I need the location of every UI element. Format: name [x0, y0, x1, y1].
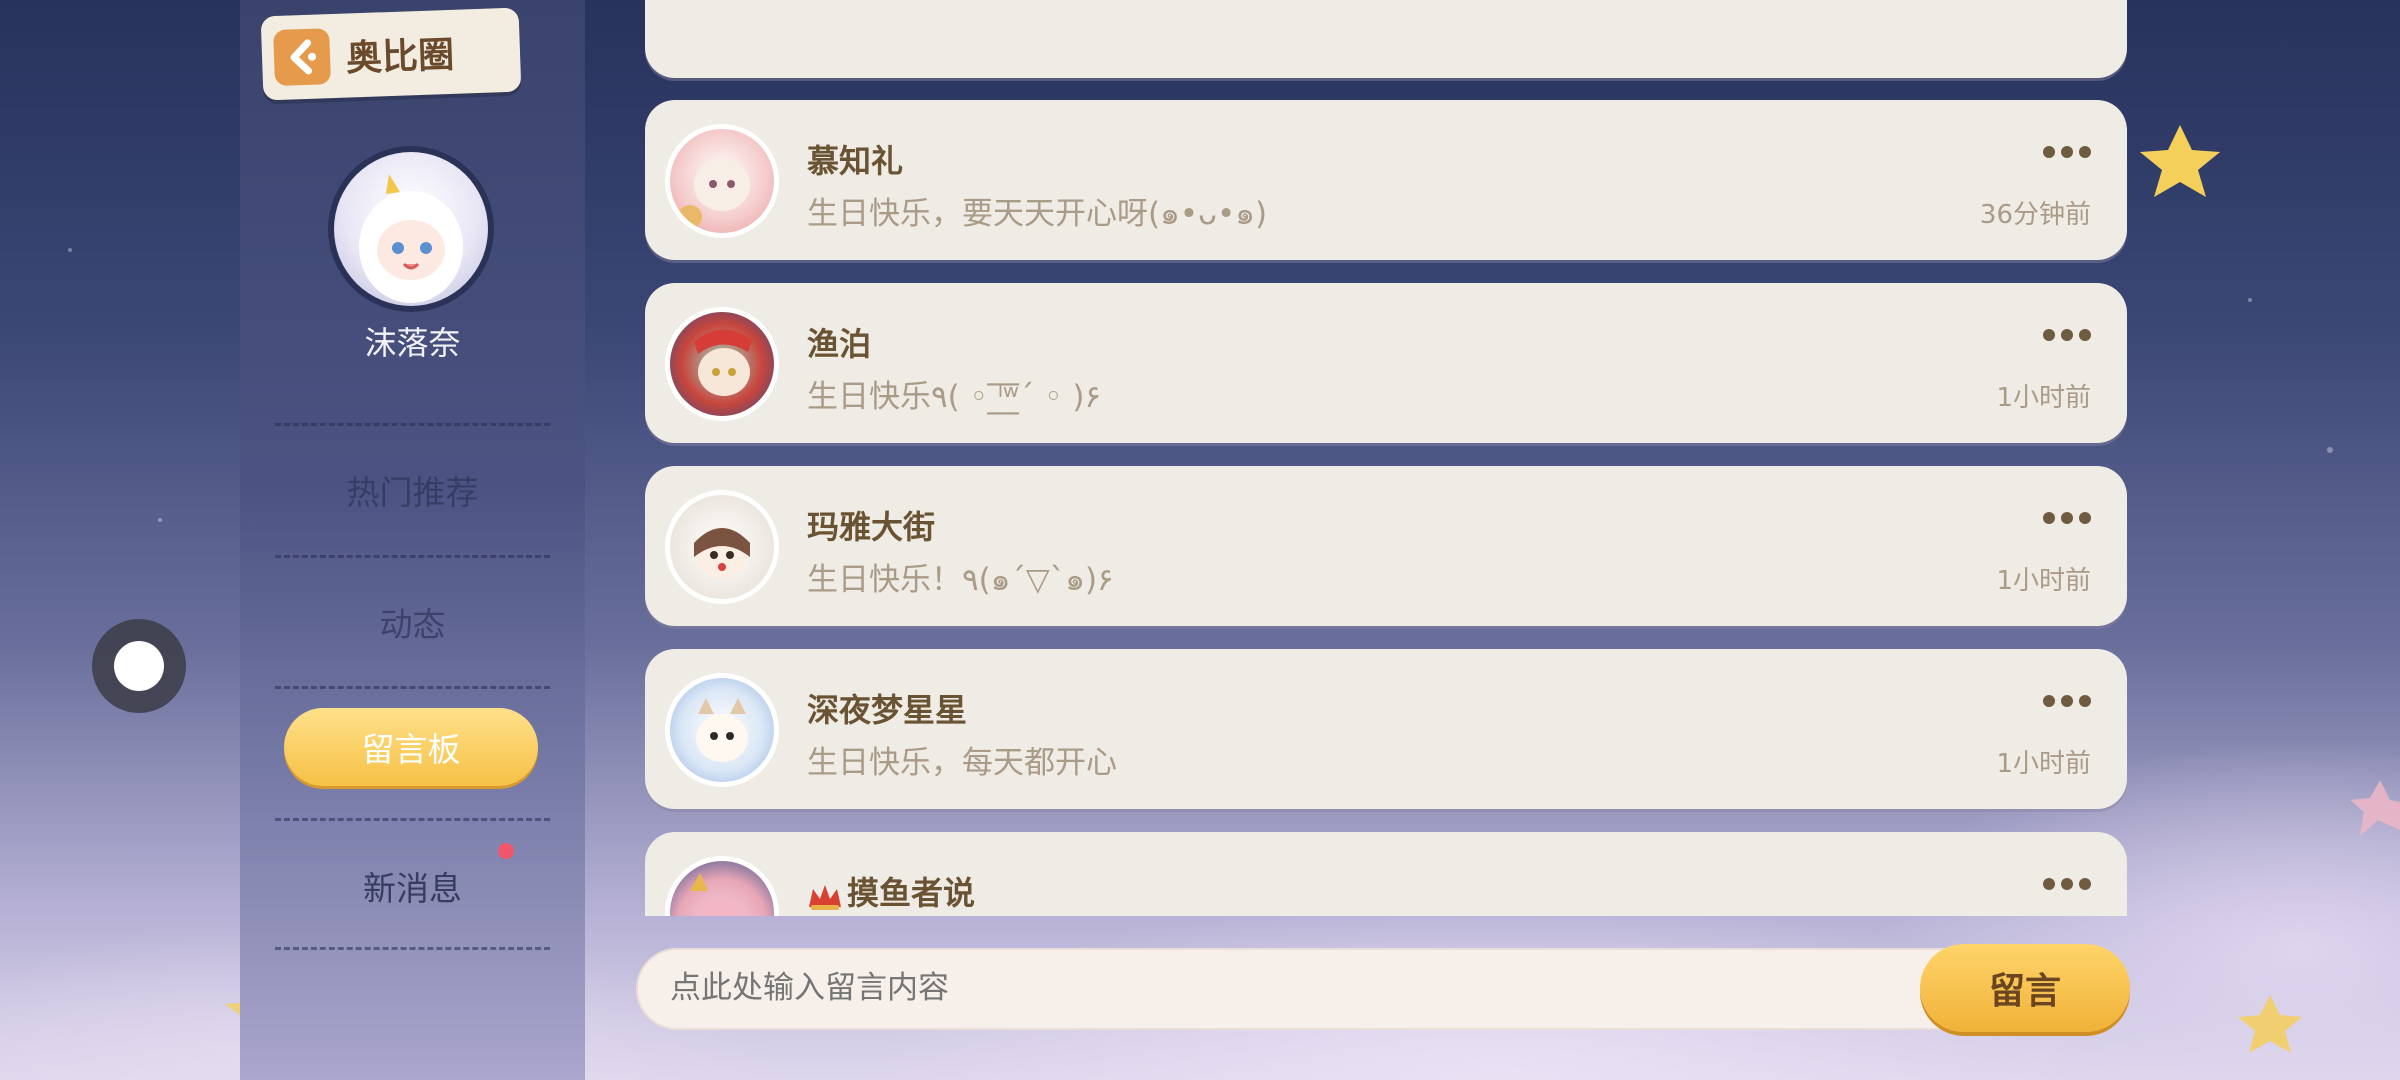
sidebar-item-new-messages[interactable]: 新消息: [240, 862, 585, 910]
sidebar-item-feed[interactable]: 动态: [240, 598, 585, 646]
message-author: 摸鱼者说: [807, 868, 975, 914]
sidebar-item-hot[interactable]: 热门推荐: [240, 466, 585, 514]
message-time: 1小时前: [1996, 566, 2091, 596]
list-item[interactable]: 玛雅大街 生日快乐！٩(๑ˊ▽ˋ๑)۶ 1小时前: [645, 466, 2127, 626]
message-author: 渔泊: [807, 325, 872, 363]
back-label: 奥比圈: [345, 34, 455, 80]
more-options-icon[interactable]: [2043, 146, 2091, 158]
message-text: 生日快乐，每天都开心: [807, 745, 1117, 781]
avatar[interactable]: [665, 124, 779, 238]
more-options-icon[interactable]: [2043, 878, 2091, 890]
profile-username: 沫落奈: [364, 324, 461, 362]
crown-badge-icon: [807, 881, 843, 910]
message-text: 生日快乐٩( ◦ ˡ̲̅ʷ̲̅ˊ ◦ )۶: [807, 379, 1102, 415]
sidebar-divider: [275, 818, 550, 821]
message-text: 生日快乐！٩(๑ˊ▽ˋ๑)۶: [807, 562, 1114, 598]
avatar[interactable]: [665, 856, 779, 916]
avatar[interactable]: [665, 673, 779, 787]
more-options-icon[interactable]: [2043, 512, 2091, 524]
message-time: 36分钟前: [1979, 200, 2091, 230]
profile-avatar[interactable]: [328, 146, 494, 312]
sidebar-divider: [275, 686, 550, 689]
list-item[interactable]: 深夜梦星星 生日快乐，每天都开心 1小时前: [645, 649, 2127, 809]
sidebar-divider: [275, 423, 550, 426]
star-icon: [2140, 125, 2220, 197]
message-input[interactable]: [670, 970, 1870, 1006]
message-author-name: 摸鱼者说: [847, 874, 976, 912]
send-message-button[interactable]: 留言: [1920, 944, 2130, 1032]
message-author: 深夜梦星星: [807, 691, 968, 729]
message-text: 生日快乐，要天天开心呀(๑•ᴗ•๑): [807, 196, 1268, 232]
message-time: 1小时前: [1996, 749, 2091, 779]
floating-assistive-button[interactable]: [92, 619, 186, 713]
list-item[interactable]: 摸鱼者说: [645, 832, 2127, 916]
avatar[interactable]: [665, 490, 779, 604]
list-item[interactable]: 慕知礼 生日快乐，要天天开心呀(๑•ᴗ•๑) 36分钟前: [645, 100, 2127, 260]
message-time: 1小时前: [1996, 383, 2091, 413]
message-author: 玛雅大街: [807, 508, 936, 546]
list-item[interactable]: [645, 0, 2127, 78]
back-arrow-icon: [273, 28, 332, 87]
message-list[interactable]: 慕知礼 生日快乐，要天天开心呀(๑•ᴗ•๑) 36分钟前 渔泊 生日快乐٩( ◦…: [640, 0, 2140, 916]
sidebar-divider: [275, 555, 550, 558]
list-item[interactable]: 渔泊 生日快乐٩( ◦ ˡ̲̅ʷ̲̅ˊ ◦ )۶ 1小时前: [645, 283, 2127, 443]
star-icon: [2350, 780, 2400, 836]
notification-dot: [498, 843, 514, 859]
star-icon: [2238, 995, 2302, 1053]
avatar[interactable]: [665, 307, 779, 421]
sidebar-divider: [275, 947, 550, 950]
back-button[interactable]: 奥比圈: [260, 7, 522, 101]
more-options-icon[interactable]: [2043, 695, 2091, 707]
sidebar-item-message-board[interactable]: 留言板: [284, 708, 538, 786]
more-options-icon[interactable]: [2043, 329, 2091, 341]
message-author: 慕知礼: [807, 142, 904, 180]
